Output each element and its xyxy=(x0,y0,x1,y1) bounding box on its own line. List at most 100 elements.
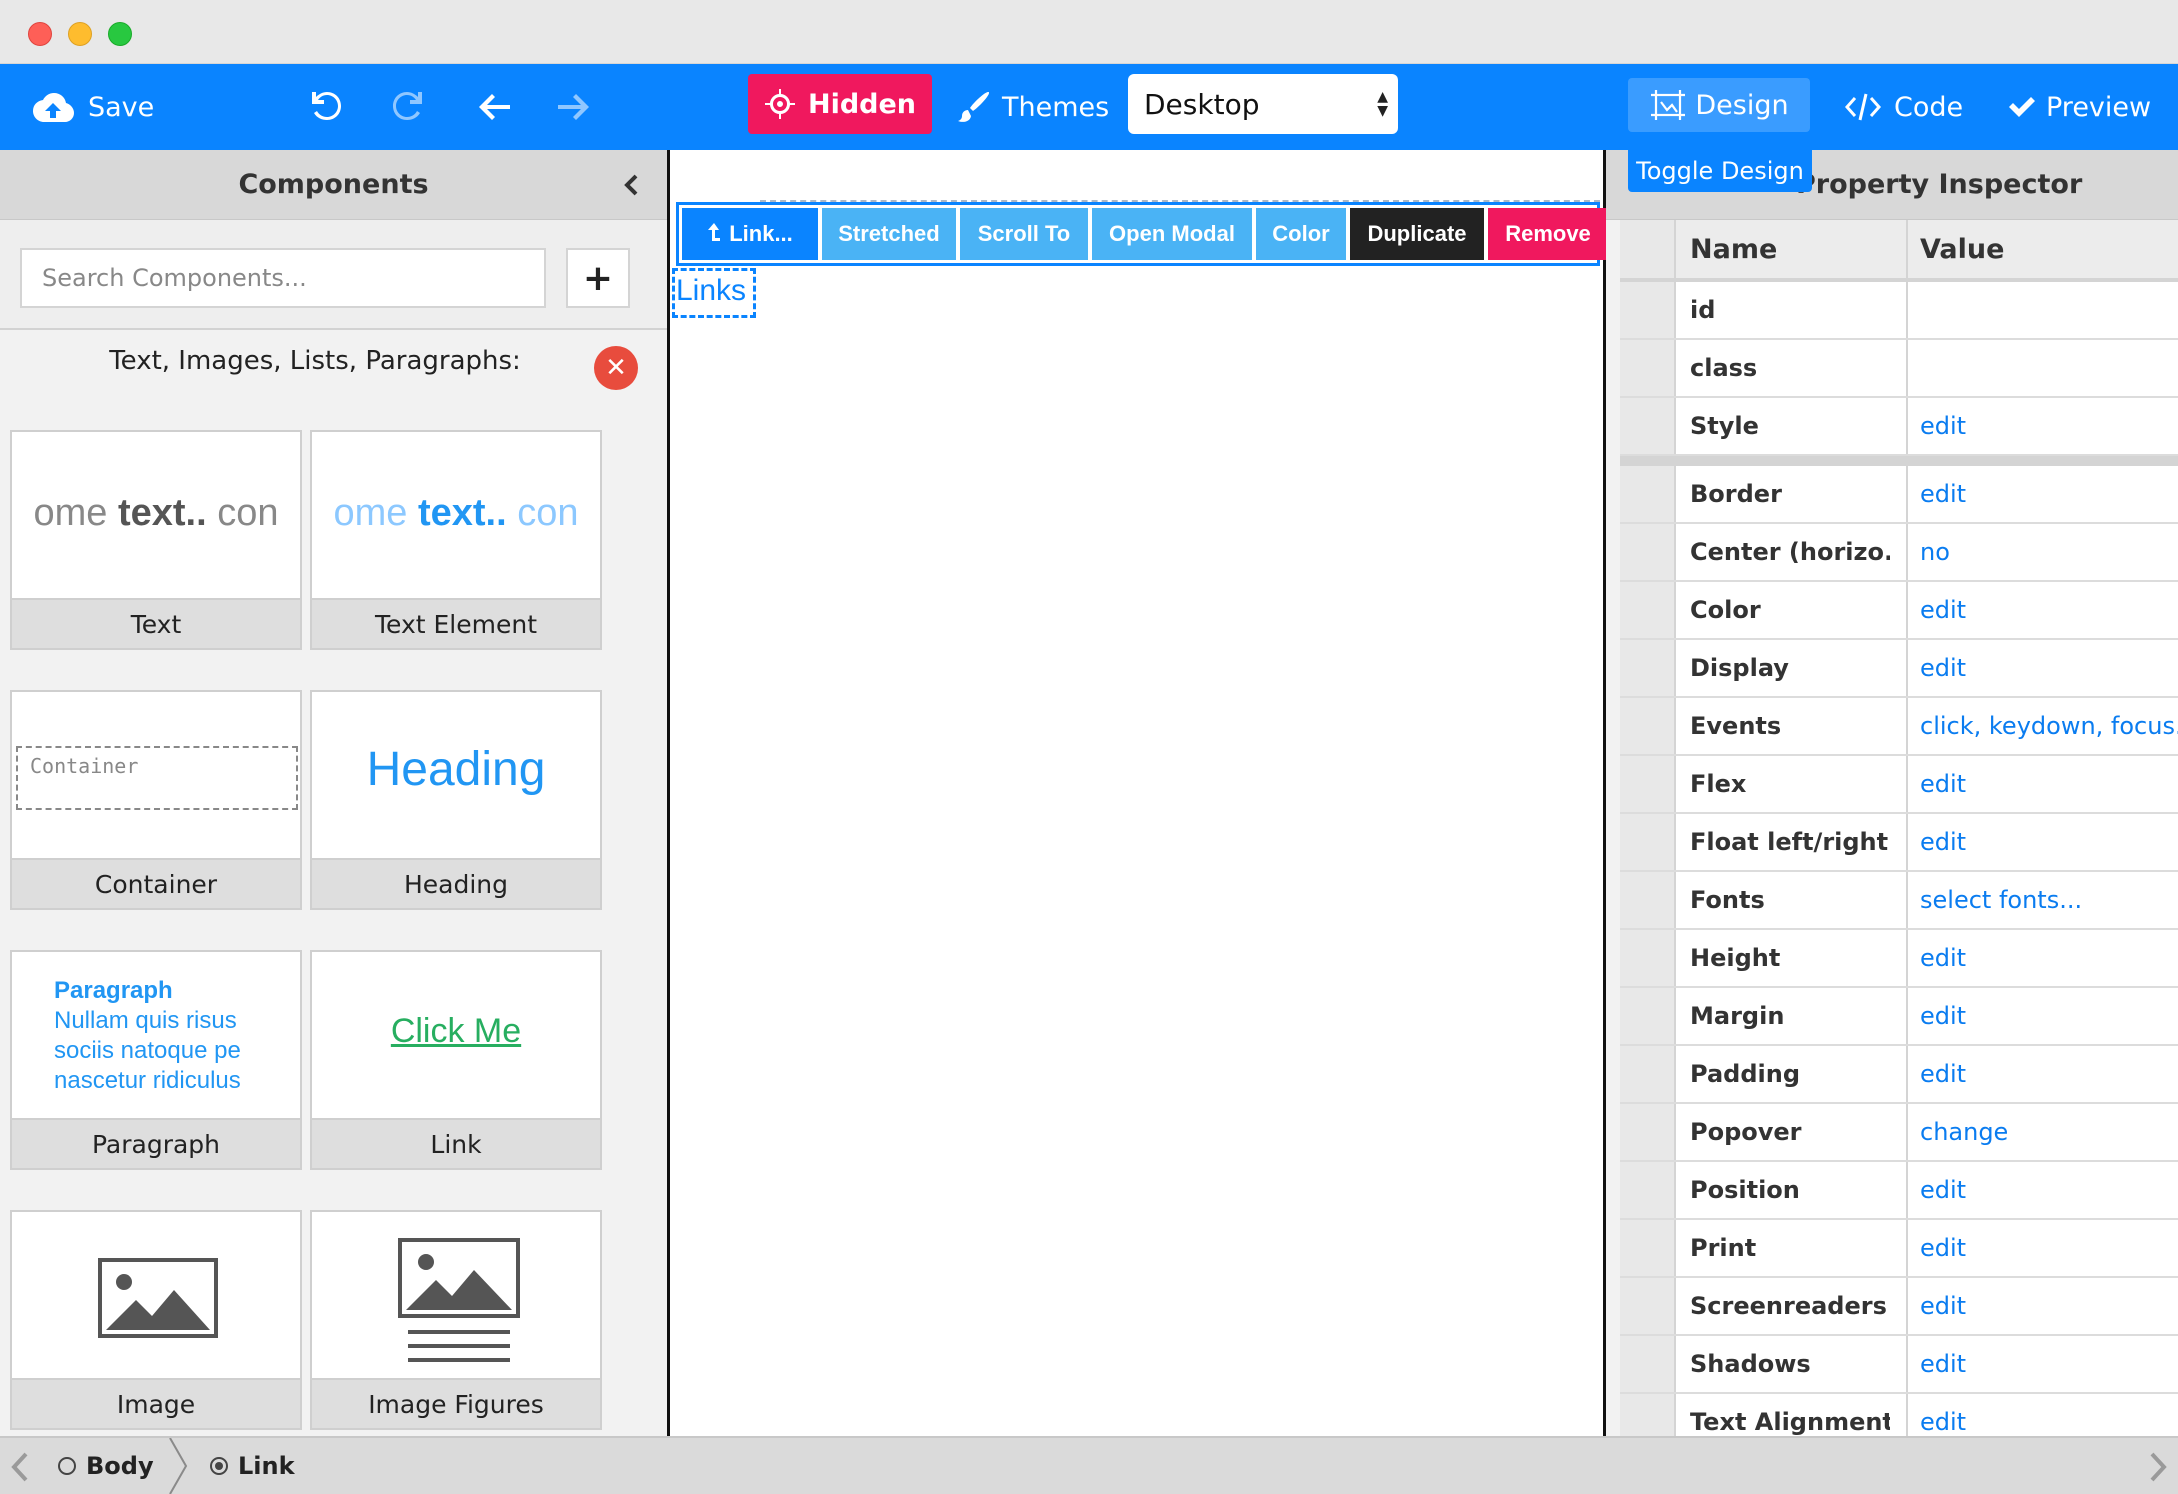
component-card-image[interactable]: Image xyxy=(10,1210,302,1430)
property-value-link[interactable]: no xyxy=(1920,524,2178,580)
code-mode-button[interactable]: Code xyxy=(1844,64,1963,150)
component-card-heading[interactable]: Heading Heading xyxy=(310,690,602,910)
design-frame-icon xyxy=(1651,90,1686,120)
close-category-icon[interactable]: ✕ xyxy=(594,346,638,390)
property-row: Fonts select fonts... xyxy=(1620,872,2178,930)
component-preview xyxy=(12,1212,300,1380)
breadcrumb-scroll-right-button[interactable] xyxy=(2142,1450,2172,1484)
column-divider xyxy=(1906,930,1908,986)
property-value-link[interactable]: edit xyxy=(1920,988,2178,1044)
property-value-link[interactable]: edit xyxy=(1920,582,2178,638)
image-figure-icon xyxy=(398,1238,520,1362)
breadcrumb-item-link[interactable]: Link xyxy=(210,1438,295,1494)
property-value-link[interactable]: edit xyxy=(1920,466,2178,522)
cloud-upload-icon xyxy=(33,93,74,122)
design-canvas[interactable]: Link... Stretched Scroll To Open Modal C… xyxy=(670,150,1608,1436)
component-card-image-figures[interactable]: Image Figures xyxy=(310,1210,602,1430)
stretched-button[interactable]: Stretched xyxy=(822,208,956,260)
property-name: Print xyxy=(1690,1234,1757,1262)
breadcrumb-item-body[interactable]: Body xyxy=(58,1438,154,1494)
selected-link-element[interactable]: Links xyxy=(672,268,756,318)
component-label: Heading xyxy=(312,858,600,908)
property-name: Shadows xyxy=(1690,1350,1811,1378)
redo-button[interactable] xyxy=(382,64,432,150)
property-value-link[interactable] xyxy=(1920,340,2178,396)
back-button[interactable] xyxy=(470,64,520,150)
property-value-link[interactable]: edit xyxy=(1920,1278,2178,1334)
preview-mode-button[interactable]: Preview xyxy=(2006,64,2151,150)
component-card-link[interactable]: Click Me Link xyxy=(310,950,602,1170)
hidden-toggle-button[interactable]: Hidden xyxy=(748,74,932,134)
color-button[interactable]: Color xyxy=(1256,208,1346,260)
column-divider xyxy=(1906,1220,1908,1276)
property-value-link[interactable]: select fonts... xyxy=(1920,872,2178,928)
open-modal-button[interactable]: Open Modal xyxy=(1092,208,1252,260)
component-search-input[interactable] xyxy=(20,248,546,308)
preview-text-post: con xyxy=(206,492,279,534)
component-card-text-element[interactable]: ome text.. con Text Element xyxy=(310,430,602,650)
close-window-button[interactable] xyxy=(28,22,52,46)
property-value-link[interactable]: edit xyxy=(1920,1336,2178,1392)
column-divider xyxy=(1906,340,1908,396)
row-gutter xyxy=(1620,930,1676,986)
property-value-link[interactable]: edit xyxy=(1920,1046,2178,1102)
property-row: Popover change xyxy=(1620,1104,2178,1162)
property-name: Border xyxy=(1690,480,1782,508)
preview-text-pre: ome xyxy=(333,492,418,534)
component-card-paragraph[interactable]: Paragraph Nullam quis risus sociis natoq… xyxy=(10,950,302,1170)
duplicate-button[interactable]: Duplicate xyxy=(1350,208,1484,260)
scroll-to-button[interactable]: Scroll To xyxy=(960,208,1088,260)
text-preview: ome text.. con xyxy=(12,492,300,535)
zoom-window-button[interactable] xyxy=(108,22,132,46)
property-value-link[interactable]: edit xyxy=(1920,640,2178,696)
add-component-button[interactable]: + xyxy=(566,248,630,308)
property-value-link[interactable]: change xyxy=(1920,1104,2178,1160)
property-value-link[interactable] xyxy=(1920,282,2178,338)
property-name: Center (horizo... xyxy=(1690,538,1890,566)
save-button[interactable]: Save xyxy=(32,64,154,150)
preview-label: Preview xyxy=(2046,91,2152,123)
property-row: class xyxy=(1620,340,2178,398)
property-value-link[interactable]: click, keydown, focus... xyxy=(1920,698,2178,754)
property-name: Margin xyxy=(1690,1002,1785,1030)
row-gutter xyxy=(1620,1394,1676,1436)
components-panel: Components + Text, Images, Lists, Paragr… xyxy=(0,150,670,1436)
themes-button[interactable]: Themes xyxy=(956,64,1109,150)
component-label: Image xyxy=(12,1378,300,1428)
column-divider xyxy=(1906,698,1908,754)
components-panel-header: Components xyxy=(0,150,667,220)
property-value-link[interactable]: edit xyxy=(1920,398,2178,454)
design-mode-button[interactable]: Design xyxy=(1628,78,1810,132)
property-value-link[interactable]: edit xyxy=(1920,814,2178,870)
column-divider xyxy=(1906,1046,1908,1102)
row-gutter xyxy=(1620,1278,1676,1334)
collapse-panel-button[interactable] xyxy=(619,172,645,198)
minimize-window-button[interactable] xyxy=(68,22,92,46)
property-value-link[interactable]: edit xyxy=(1920,1220,2178,1276)
property-value-link[interactable]: edit xyxy=(1920,1394,2178,1436)
circle-icon xyxy=(58,1457,76,1475)
component-card-container[interactable]: Container Container xyxy=(10,690,302,910)
remove-button[interactable]: Remove xyxy=(1488,208,1608,260)
dot-circle-icon xyxy=(210,1457,228,1475)
forward-button[interactable] xyxy=(548,64,598,150)
property-value-link[interactable]: edit xyxy=(1920,756,2178,812)
property-name: Text Alignment xyxy=(1690,1408,1890,1436)
column-divider xyxy=(1906,524,1908,580)
chevron-right-icon xyxy=(169,1437,188,1494)
property-row: Border edit xyxy=(1620,466,2178,524)
component-preview: Container xyxy=(12,692,300,860)
value-column-header: Value xyxy=(1920,233,2005,265)
undo-button[interactable] xyxy=(302,64,352,150)
arrow-left-icon xyxy=(479,94,510,120)
property-row: Position edit xyxy=(1620,1162,2178,1220)
breadcrumb-scroll-left-button[interactable] xyxy=(6,1450,36,1484)
link-settings-button[interactable]: Link... xyxy=(682,208,818,260)
property-value-link[interactable]: edit xyxy=(1920,930,2178,986)
row-gutter xyxy=(1620,698,1676,754)
row-gutter xyxy=(1620,1162,1676,1218)
paragraph-preview: Paragraph Nullam quis risus sociis natoq… xyxy=(54,976,294,1096)
component-card-text[interactable]: ome text.. con Text xyxy=(10,430,302,650)
property-value-link[interactable]: edit xyxy=(1920,1162,2178,1218)
device-select[interactable]: Desktop ▲ ▼ xyxy=(1128,74,1398,134)
